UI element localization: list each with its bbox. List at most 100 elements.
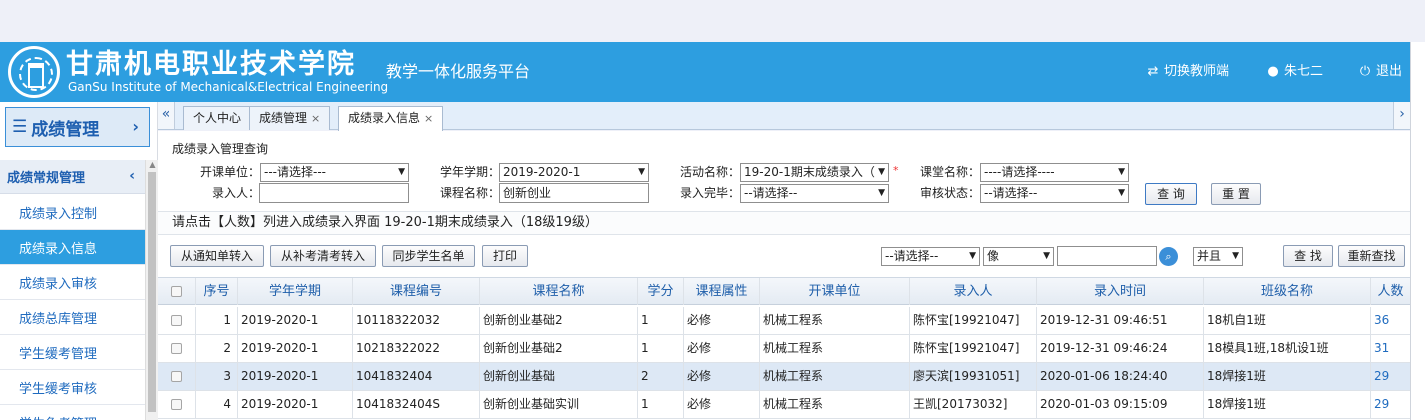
find-button[interactable]: 查 找: [1283, 245, 1333, 267]
cell-no: 1: [196, 307, 238, 334]
sync-students-button[interactable]: 同步学生名单: [382, 245, 475, 267]
app-root: 甘肃机电职业技术学院 GanSu Institute of Mechanical…: [0, 0, 1425, 420]
sidebar-scroll-thumb[interactable]: [148, 172, 156, 412]
sidebar-group-grade-routine[interactable]: 成绩常规管理 ‹: [0, 160, 145, 194]
col-header-course-code[interactable]: 课程编号: [353, 278, 480, 305]
table-row[interactable]: 1 2019-2020-1 10118322032 创新创业基础2 1 必修 机…: [158, 307, 1410, 335]
close-icon[interactable]: ×: [311, 112, 320, 125]
cell-no: 3: [196, 363, 238, 390]
row-checkbox-cell[interactable]: [158, 363, 196, 390]
scroll-up-icon[interactable]: ▲: [148, 160, 157, 170]
col-header-class-name[interactable]: 班级名称: [1204, 278, 1371, 305]
row-checkbox[interactable]: [171, 371, 182, 382]
select-all-checkbox[interactable]: [171, 286, 182, 297]
refind-button[interactable]: 重新查找: [1338, 245, 1405, 267]
sidebar-item-entry-info[interactable]: 成绩录入信息: [0, 230, 145, 265]
reset-button[interactable]: 重 置: [1211, 183, 1261, 205]
class-label: 课堂名称：: [920, 165, 981, 179]
col-header-course-name[interactable]: 课程名称: [480, 278, 638, 305]
cell-term: 2019-2020-1: [238, 391, 353, 418]
sidebar-item-deferred-exam[interactable]: 学生缓考管理: [0, 335, 145, 370]
chevron-right-icon: ›: [132, 117, 139, 136]
term-select[interactable]: 2019-2020-1: [499, 163, 649, 182]
import-from-notice-button[interactable]: 从通知单转入: [170, 245, 264, 267]
col-header-entry-person[interactable]: 录入人: [910, 278, 1037, 305]
cell-dept: 机械工程系: [760, 307, 910, 334]
query-button[interactable]: 查 询: [1145, 183, 1197, 205]
cell-entry-person: 王凯[20173032]: [910, 391, 1037, 418]
filter-field-select[interactable]: --请选择--: [881, 247, 980, 266]
sidebar-group-label: 成绩常规管理: [7, 171, 86, 186]
sidebar-item-exempt-exam[interactable]: 学生免考管理: [0, 405, 145, 420]
tab-personal-center[interactable]: 个人中心: [183, 106, 252, 130]
grade-entry-table: 序号 学年学期 课程编号 课程名称 学分 课程属性 开课单位 录入人 录入时间 …: [158, 277, 1410, 420]
col-header-entry-time[interactable]: 录入时间: [1037, 278, 1204, 305]
col-header-course-attr[interactable]: 课程属性: [684, 278, 760, 305]
entry-done-select[interactable]: --请选择--: [740, 184, 889, 203]
sidebar-scrollbar[interactable]: ▲: [145, 160, 158, 420]
col-header-count[interactable]: 人数: [1371, 278, 1410, 305]
query-title: 成绩录入管理查询: [172, 142, 269, 156]
tab-grade-management[interactable]: 成绩管理 ×: [249, 106, 331, 130]
class-select[interactable]: ----请选择----: [980, 163, 1129, 182]
cell-no: 4: [196, 391, 238, 418]
top-strip: [0, 0, 1425, 42]
notice-text: 请点击【人数】列进入成绩录入界面 19-20-1期末成绩录入（18级19级）: [158, 211, 1410, 235]
school-name-en: GanSu Institute of Mechanical&Electrical…: [68, 80, 389, 94]
row-checkbox[interactable]: [171, 399, 182, 410]
sidebar-item-entry-review[interactable]: 成绩录入审核: [0, 265, 145, 300]
filter-value-input[interactable]: [1057, 246, 1157, 266]
table-row[interactable]: 2 2019-2020-1 10218322022 创新创业基础2 1 必修 机…: [158, 335, 1410, 363]
col-header-no[interactable]: 序号: [196, 278, 238, 305]
tab-scroll-right-icon[interactable]: ›: [1393, 102, 1410, 129]
row-checkbox-cell[interactable]: [158, 335, 196, 362]
sidebar-item-deferred-review[interactable]: 学生缓考审核: [0, 370, 145, 405]
cell-count-link[interactable]: 31: [1371, 335, 1410, 362]
import-from-makeup-button[interactable]: 从补考清考转入: [270, 245, 376, 267]
sidebar-item-entry-control[interactable]: 成绩录入控制: [0, 195, 145, 230]
sidebar-header[interactable]: ☰ 成绩管理 ›: [5, 107, 150, 147]
col-header-credit[interactable]: 学分: [638, 278, 684, 305]
tab-grade-entry-info[interactable]: 成绩录入信息 ×: [338, 106, 444, 131]
select-all-cell[interactable]: [158, 278, 196, 305]
search-icon[interactable]: ⌕: [1159, 247, 1178, 266]
review-status-select[interactable]: --请选择--: [980, 184, 1129, 203]
row-checkbox[interactable]: [171, 315, 182, 326]
course-name-input[interactable]: 创新创业: [499, 183, 649, 203]
dept-select[interactable]: ---请选择---: [260, 163, 409, 182]
col-header-dept[interactable]: 开课单位: [760, 278, 910, 305]
platform-title: 教学一体化服务平台: [386, 62, 531, 81]
table-row[interactable]: 4 2019-2020-1 1041832404S 创新创业基础实训 1 必修 …: [158, 391, 1410, 419]
cell-count-link[interactable]: 29: [1371, 391, 1410, 418]
entry-person-input[interactable]: [259, 183, 409, 203]
table-row[interactable]: 3 2019-2020-1 1041832404 创新创业基础 2 必修 机械工…: [158, 363, 1410, 391]
cell-count-link[interactable]: 36: [1371, 307, 1410, 334]
user-menu[interactable]: ● 朱七二: [1266, 64, 1323, 80]
print-button[interactable]: 打印: [482, 245, 528, 267]
sidebar-header-label: 成绩管理: [31, 119, 100, 140]
row-checkbox-cell[interactable]: [158, 391, 196, 418]
cell-count-link[interactable]: 29: [1371, 363, 1410, 390]
row-checkbox-cell[interactable]: [158, 307, 196, 334]
tab-scroll-left-icon[interactable]: «: [158, 102, 175, 129]
cell-class-name: 18焊接1班: [1204, 363, 1371, 390]
row-checkbox[interactable]: [171, 343, 182, 354]
cell-course-name: 创新创业基础实训: [480, 391, 638, 418]
cell-course-attr: 必修: [684, 307, 760, 334]
filter-operator-select[interactable]: 像: [983, 247, 1054, 266]
activity-select[interactable]: 19-20-1期末成绩录入（: [740, 163, 889, 182]
cell-credit: 2: [638, 363, 684, 390]
col-header-term[interactable]: 学年学期: [238, 278, 353, 305]
switch-teacher-link[interactable]: ⇄ 切换教师端: [1146, 64, 1229, 80]
chevron-left-icon: ‹: [129, 168, 135, 184]
logic-select[interactable]: 并且: [1193, 247, 1243, 266]
logout-link[interactable]: ⏻ 退出: [1358, 64, 1402, 80]
sidebar-item-grade-repository[interactable]: 成绩总库管理: [0, 300, 145, 335]
sidebar: ☰ 成绩管理 › 成绩常规管理 ‹ 成绩录入控制 成绩录入信息 成绩录入审核 成…: [0, 102, 158, 420]
close-icon[interactable]: ×: [424, 112, 433, 125]
cell-course-code: 10118322032: [353, 307, 480, 334]
cell-entry-person: 陈怀宝[19921047]: [910, 335, 1037, 362]
cell-entry-person: 廖天滨[19931051]: [910, 363, 1037, 390]
term-label: 学年学期：: [440, 165, 501, 179]
cell-course-name: 创新创业基础2: [480, 335, 638, 362]
